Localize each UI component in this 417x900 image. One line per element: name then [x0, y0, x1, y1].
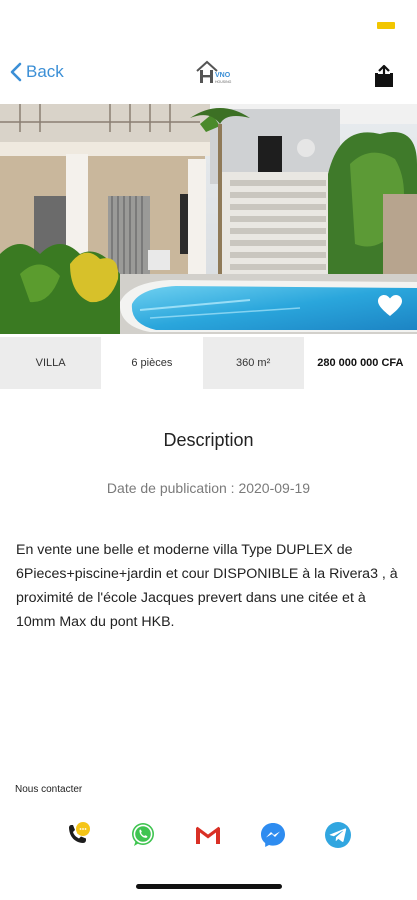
phone-icon[interactable] [61, 818, 95, 852]
chevron-left-icon [10, 62, 22, 82]
whatsapp-icon[interactable] [126, 818, 160, 852]
contact-label: Nous contacter [15, 784, 83, 795]
property-photo[interactable] [0, 104, 417, 334]
navigation-bar: Back VNO HOUSING [0, 48, 417, 104]
publication-date: Date de publication : 2020-09-19 [106, 480, 311, 496]
back-label: Back [26, 62, 64, 81]
home-indicator[interactable] [136, 884, 282, 889]
description-title: Description [163, 430, 254, 450]
property-area: 360 m² [202, 337, 304, 389]
property-price: 280 000 000 CFA [317, 357, 404, 369]
property-type: VILLA [0, 337, 102, 389]
status-bar [0, 0, 417, 48]
back-button[interactable]: Back [10, 62, 64, 82]
messenger-icon[interactable] [256, 818, 290, 852]
app-logo: VNO HOUSING [196, 60, 232, 84]
property-rooms: 6 pièces [131, 357, 173, 369]
contact-icons-row [0, 818, 417, 854]
svg-text:HOUSING: HOUSING [215, 80, 232, 84]
share-icon[interactable] [373, 64, 395, 88]
gmail-icon[interactable] [191, 818, 225, 852]
battery-icon [377, 22, 395, 29]
description-text: En vente une belle et moderne villa Type… [16, 542, 398, 630]
villa-pool-image [0, 104, 417, 334]
telegram-icon[interactable] [321, 818, 355, 852]
property-info-row: VILLA 6 pièces 360 m² 280 000 000 CFA [0, 337, 417, 389]
heart-icon[interactable] [377, 294, 403, 318]
svg-text:VNO: VNO [215, 72, 231, 79]
